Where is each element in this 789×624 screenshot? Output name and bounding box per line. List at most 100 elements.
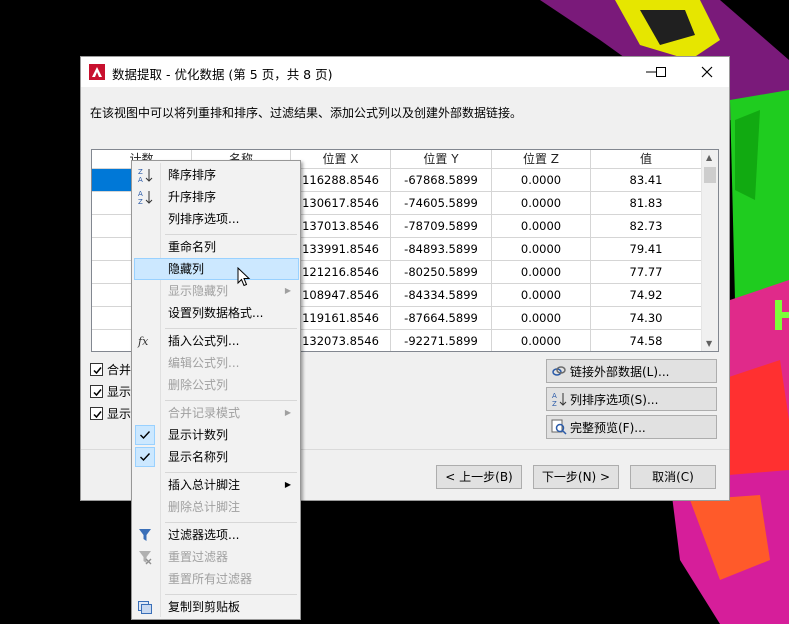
table-cell[interactable]: 0.0000 xyxy=(492,215,591,238)
table-cell[interactable]: 121216.8546 xyxy=(291,261,391,284)
maximize-icon xyxy=(656,67,666,77)
close-button[interactable] xyxy=(687,57,731,87)
link-external-data-button[interactable]: 链接外部数据(L)... xyxy=(546,359,717,383)
checkbox[interactable] xyxy=(90,406,103,420)
table-cell[interactable]: 82.73 xyxy=(591,215,702,238)
table-cell[interactable]: -84334.5899 xyxy=(391,284,492,307)
column-sort-options-label: 列排序选项(S)... xyxy=(570,392,659,407)
preview-magnifier-icon xyxy=(551,419,567,435)
column-header-position-y[interactable]: 位置 Y xyxy=(391,150,492,169)
svg-text:fx: fx xyxy=(137,335,149,348)
menu-separator xyxy=(165,522,297,523)
table-cell[interactable]: -92271.5899 xyxy=(391,330,492,351)
menu-item-sort-ascending[interactable]: A Z 升序排序 xyxy=(134,186,299,208)
menu-item-column-sort-options[interactable]: 列排序选项... xyxy=(134,208,299,230)
column-header-position-x[interactable]: 位置 X xyxy=(291,150,391,169)
table-cell[interactable]: -80250.5899 xyxy=(391,261,492,284)
table-cell[interactable]: 0.0000 xyxy=(492,169,591,192)
table-cell[interactable]: 0.0000 xyxy=(492,261,591,284)
menu-item-rename-column[interactable]: 重命名列 xyxy=(134,236,299,258)
reset-filter-icon xyxy=(139,551,152,565)
checked-icon xyxy=(135,425,155,445)
menu-item-filter-options[interactable]: 过滤器选项... xyxy=(134,524,299,546)
table-cell[interactable]: 74.92 xyxy=(591,284,702,307)
grid-vertical-scrollbar[interactable]: ▲ ▼ xyxy=(701,150,718,351)
menu-item-edit-formula-column[interactable]: 编辑公式列... xyxy=(134,352,299,374)
table-cell[interactable]: 116288.8546 xyxy=(291,169,391,192)
menu-label: 插入公式列... xyxy=(168,334,240,348)
menu-item-insert-formula-column[interactable]: fx 插入公式列... xyxy=(134,330,299,352)
svg-text:A: A xyxy=(552,392,557,400)
menu-label: 重命名列 xyxy=(168,240,217,254)
option-show-1[interactable]: 显示 xyxy=(90,383,131,399)
table-cell[interactable]: 74.30 xyxy=(591,307,702,330)
table-cell[interactable]: 0.0000 xyxy=(492,284,591,307)
table-cell[interactable]: -78709.5899 xyxy=(391,215,492,238)
menu-label: 设置列数据格式... xyxy=(168,306,264,320)
menu-separator xyxy=(165,400,297,401)
column-header-position-z[interactable]: 位置 Z xyxy=(492,150,591,169)
table-cell[interactable]: 119161.8546 xyxy=(291,307,391,330)
scroll-thumb[interactable] xyxy=(704,167,716,183)
menu-label: 显示名称列 xyxy=(168,450,229,464)
menu-item-hide-column[interactable]: 隐藏列 xyxy=(134,258,299,280)
full-preview-button[interactable]: 完整预览(F)... xyxy=(546,415,717,439)
filter-funnel-icon xyxy=(139,529,151,541)
option-show-2[interactable]: 显示 xyxy=(90,405,131,421)
column-sort-options-button[interactable]: A Z 列排序选项(S)... xyxy=(546,387,717,411)
menu-item-delete-formula-column[interactable]: 删除公式列 xyxy=(134,374,299,396)
table-cell[interactable]: 108947.8546 xyxy=(291,284,391,307)
menu-item-show-hidden-columns[interactable]: 显示隐藏列 ▶ xyxy=(134,280,299,302)
svg-text:Z: Z xyxy=(138,198,143,205)
table-cell[interactable]: 132073.8546 xyxy=(291,330,391,351)
menu-item-format-column[interactable]: 设置列数据格式... xyxy=(134,302,299,324)
checkbox[interactable] xyxy=(90,362,103,376)
sort-descending-icon: Z A xyxy=(138,168,153,183)
menu-item-show-count-column[interactable]: 显示计数列 xyxy=(134,424,299,446)
checked-icon xyxy=(135,447,155,467)
back-button[interactable]: < 上一步(B) xyxy=(436,465,522,489)
sort-ascending-icon: A Z xyxy=(138,190,153,205)
table-cell[interactable]: 77.77 xyxy=(591,261,702,284)
mouse-pointer-icon xyxy=(237,267,251,287)
menu-item-delete-total-footer[interactable]: 删除总计脚注 xyxy=(134,496,299,518)
next-button[interactable]: 下一步(N) > xyxy=(533,465,619,489)
menu-label: 重置所有过滤器 xyxy=(168,572,253,586)
column-header-value[interactable]: 值 xyxy=(591,150,702,169)
scroll-up-icon[interactable]: ▲ xyxy=(706,153,712,162)
table-cell[interactable]: 133991.8546 xyxy=(291,238,391,261)
checkmark-icon xyxy=(93,366,102,374)
submenu-arrow-icon: ▶ xyxy=(284,408,291,417)
checkbox[interactable] xyxy=(90,384,103,398)
checkmark-icon xyxy=(93,388,102,396)
menu-item-reset-filter[interactable]: 重置过滤器 xyxy=(134,546,299,568)
table-cell[interactable]: 0.0000 xyxy=(492,307,591,330)
table-cell[interactable]: 0.0000 xyxy=(492,330,591,351)
table-cell[interactable]: 137013.8546 xyxy=(291,215,391,238)
table-cell[interactable]: 0.0000 xyxy=(492,238,591,261)
table-cell[interactable]: 130617.8546 xyxy=(291,192,391,215)
menu-item-merge-record-mode[interactable]: 合并记录模式 ▶ xyxy=(134,402,299,424)
menu-item-insert-total-footer[interactable]: 插入总计脚注 ▶ xyxy=(134,474,299,496)
cancel-button[interactable]: 取消(C) xyxy=(630,465,716,489)
option-merge[interactable]: 合并 xyxy=(90,361,131,377)
menu-item-copy-to-clipboard[interactable]: 复制到剪贴板 xyxy=(134,596,299,618)
table-cell[interactable]: -67868.5899 xyxy=(391,169,492,192)
sort-az-icon: A Z xyxy=(552,392,567,407)
menu-item-show-name-column[interactable]: 显示名称列 xyxy=(134,446,299,468)
menu-item-reset-all-filters[interactable]: 重置所有过滤器 xyxy=(134,568,299,590)
table-cell[interactable]: 74.58 xyxy=(591,330,702,351)
menu-label: 复制到剪贴板 xyxy=(168,600,241,614)
table-cell[interactable]: 79.41 xyxy=(591,238,702,261)
maximize-button[interactable] xyxy=(641,57,685,87)
menu-item-sort-descending[interactable]: Z A 降序排序 xyxy=(134,164,299,186)
table-cell[interactable]: -87664.5899 xyxy=(391,307,492,330)
menu-separator xyxy=(165,234,297,235)
table-cell[interactable]: 0.0000 xyxy=(492,192,591,215)
table-cell[interactable]: -74605.5899 xyxy=(391,192,492,215)
table-cell[interactable]: -84893.5899 xyxy=(391,238,492,261)
scroll-down-icon[interactable]: ▼ xyxy=(706,339,712,348)
table-cell[interactable]: 81.83 xyxy=(591,192,702,215)
table-cell[interactable]: 83.41 xyxy=(591,169,702,192)
menu-separator xyxy=(165,328,297,329)
